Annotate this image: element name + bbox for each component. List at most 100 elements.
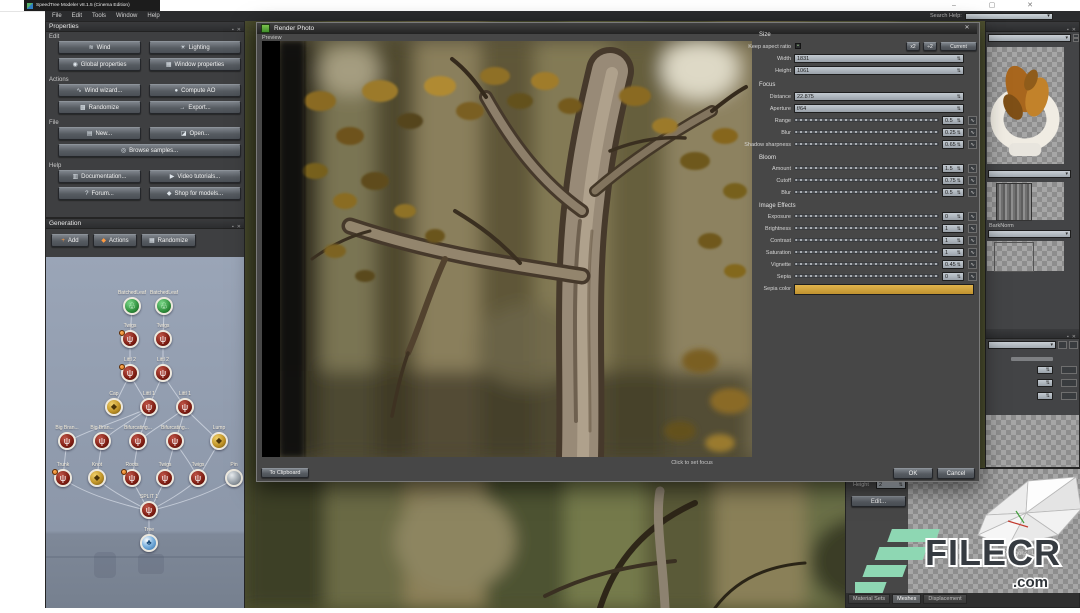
curve-icon[interactable]: ∿ xyxy=(968,260,977,269)
cancel-button[interactable]: Cancel xyxy=(937,468,975,479)
height-field[interactable]: 1061⇅ xyxy=(794,66,964,75)
pin-icon[interactable]: ▪ xyxy=(1067,334,1069,340)
width-field[interactable]: 1831⇅ xyxy=(794,54,964,63)
subpanel-dropdown[interactable]: ▾ xyxy=(988,341,1056,349)
leaf-node-icon[interactable]: ♧ xyxy=(155,297,173,315)
node-knot[interactable]: Knot◆ xyxy=(79,462,115,487)
knot-node-icon[interactable]: ◆ xyxy=(88,469,106,487)
node-big-branch[interactable]: Big Bran...ψ xyxy=(49,425,85,450)
branch-node-icon[interactable]: ψ xyxy=(121,330,139,348)
wind-wizard-button[interactable]: ∿Wind wizard... xyxy=(58,84,141,97)
open-button[interactable]: ◪Open... xyxy=(149,127,241,140)
menu-help[interactable]: Help xyxy=(147,13,159,19)
spinner-icon[interactable]: ⇅ xyxy=(957,94,961,100)
subpanel-button[interactable] xyxy=(1058,341,1067,349)
sepia-slider[interactable] xyxy=(794,274,939,278)
video-tutorials-button[interactable]: ▶Video tutorials... xyxy=(149,170,241,183)
focus-blur-slider[interactable] xyxy=(794,130,939,134)
saturation-value[interactable]: 1⇅ xyxy=(942,248,964,257)
render-preview[interactable] xyxy=(262,41,752,457)
documentation-button[interactable]: ▥Documentation... xyxy=(58,170,141,183)
node-trunk[interactable]: Trunkψ xyxy=(46,462,81,487)
compute-ao-button[interactable]: ●Compute AO xyxy=(149,84,241,97)
barknorm-texture-thumbnail[interactable] xyxy=(994,242,1034,272)
close-button[interactable]: ✕ xyxy=(1021,1,1039,10)
node-littl-1[interactable]: Littl 1ψ xyxy=(131,391,167,416)
close-icon[interactable]: ✕ xyxy=(237,224,241,230)
node-twigs[interactable]: Twigsψ xyxy=(112,323,148,348)
curve-icon[interactable]: ∿ xyxy=(968,236,977,245)
pin-node-icon[interactable] xyxy=(225,469,243,487)
subpanel-small-button[interactable] xyxy=(1061,366,1077,374)
node-twigs[interactable]: Twigsψ xyxy=(145,323,181,348)
spinner-icon[interactable]: ⇅ xyxy=(899,482,903,488)
node-bifurcating[interactable]: Bifurcating...ψ xyxy=(120,425,156,450)
shadow-sharpness-slider[interactable] xyxy=(794,142,939,146)
spinner-icon[interactable]: ⇅ xyxy=(957,56,961,62)
dialog-title-bar[interactable]: Render Photo xyxy=(257,23,977,34)
forum-button[interactable]: ?Forum... xyxy=(58,187,141,200)
bloom-blur-slider[interactable] xyxy=(794,190,939,194)
subpanel-small-button[interactable] xyxy=(1061,392,1077,400)
maximize-button[interactable]: ▢ xyxy=(983,1,1001,10)
half-size-button[interactable]: ÷2 xyxy=(923,42,937,51)
subpanel-button[interactable] xyxy=(1069,341,1078,349)
spinner-icon[interactable]: ⇅ xyxy=(957,106,961,112)
node-twigs[interactable]: Twigsψ xyxy=(180,462,216,487)
brightness-slider[interactable] xyxy=(794,226,939,230)
node-split-1[interactable]: SPLIT 1ψ xyxy=(131,494,167,519)
current-size-button[interactable]: Current xyxy=(940,42,977,51)
node-littl-2[interactable]: Littl 2ψ xyxy=(145,357,181,382)
curve-icon[interactable]: ∿ xyxy=(968,248,977,257)
edit-mesh-button[interactable]: Edit... xyxy=(851,496,906,507)
node-pin[interactable]: Pin xyxy=(216,462,244,487)
curve-icon[interactable]: ∿ xyxy=(968,164,977,173)
amount-slider[interactable] xyxy=(794,166,939,170)
branch-node-icon[interactable]: ψ xyxy=(54,469,72,487)
pin-icon[interactable]: ▪ xyxy=(1067,27,1069,33)
menu-window[interactable]: Window xyxy=(116,13,137,19)
saturation-slider[interactable] xyxy=(794,250,939,254)
new-button[interactable]: ▤New... xyxy=(58,127,141,140)
bark-dropdown[interactable]: ▾ xyxy=(988,170,1071,178)
branch-node-icon[interactable]: ψ xyxy=(58,432,76,450)
branch-node-icon[interactable]: ψ xyxy=(123,469,141,487)
tree-node-icon[interactable]: ♣ xyxy=(140,534,158,552)
curve-icon[interactable]: ∿ xyxy=(968,116,977,125)
keep-aspect-checkbox[interactable]: • xyxy=(795,43,801,49)
knot-node-icon[interactable]: ◆ xyxy=(105,398,123,416)
node-cap[interactable]: Cap◆ xyxy=(96,391,132,416)
node-batchedleaf[interactable]: BatchedLeaf♧ xyxy=(146,290,182,315)
branch-node-icon[interactable]: ψ xyxy=(156,469,174,487)
exposure-slider[interactable] xyxy=(794,214,939,218)
aperture-field[interactable]: f/64⇅ xyxy=(794,104,964,113)
cutoff-slider[interactable] xyxy=(794,178,939,182)
node-roots[interactable]: Rootsψ xyxy=(114,462,150,487)
menu-file[interactable]: File xyxy=(52,13,62,19)
curve-icon[interactable]: ∿ xyxy=(968,188,977,197)
leaf-node-icon[interactable]: ♧ xyxy=(123,297,141,315)
node-twigs[interactable]: Twigsψ xyxy=(147,462,183,487)
branch-node-icon[interactable]: ψ xyxy=(121,364,139,382)
node-lump[interactable]: Lump◆ xyxy=(201,425,237,450)
wind-button[interactable]: ≋Wind xyxy=(58,41,141,54)
pin-icon[interactable]: ▪ xyxy=(232,27,234,33)
node-littl-2[interactable]: Littl 2ψ xyxy=(112,357,148,382)
double-size-button[interactable]: x2 xyxy=(906,42,920,51)
node-batchedleaf[interactable]: BatchedLeaf♧ xyxy=(114,290,150,315)
actions-button[interactable]: ◆Actions xyxy=(93,234,137,247)
range-value[interactable]: 0.5⇅ xyxy=(942,116,964,125)
node-tree[interactable]: Tree♣ xyxy=(131,527,167,552)
export-button[interactable]: →Export... xyxy=(149,101,241,114)
close-icon[interactable]: ✕ xyxy=(1072,334,1076,340)
range-slider[interactable] xyxy=(794,118,939,122)
randomize-tree-button[interactable]: ▦Randomize xyxy=(141,234,196,247)
bark-texture-thumbnail[interactable] xyxy=(996,183,1032,221)
brightness-value[interactable]: 1⇅ xyxy=(942,224,964,233)
add-node-button[interactable]: +Add xyxy=(51,234,89,247)
curve-icon[interactable]: ∿ xyxy=(968,140,977,149)
distance-field[interactable]: 22.875⇅ xyxy=(794,92,964,101)
window-properties-button[interactable]: ▦Window properties xyxy=(149,58,241,71)
ok-button[interactable]: OK xyxy=(893,468,933,479)
branch-node-icon[interactable]: ψ xyxy=(176,398,194,416)
